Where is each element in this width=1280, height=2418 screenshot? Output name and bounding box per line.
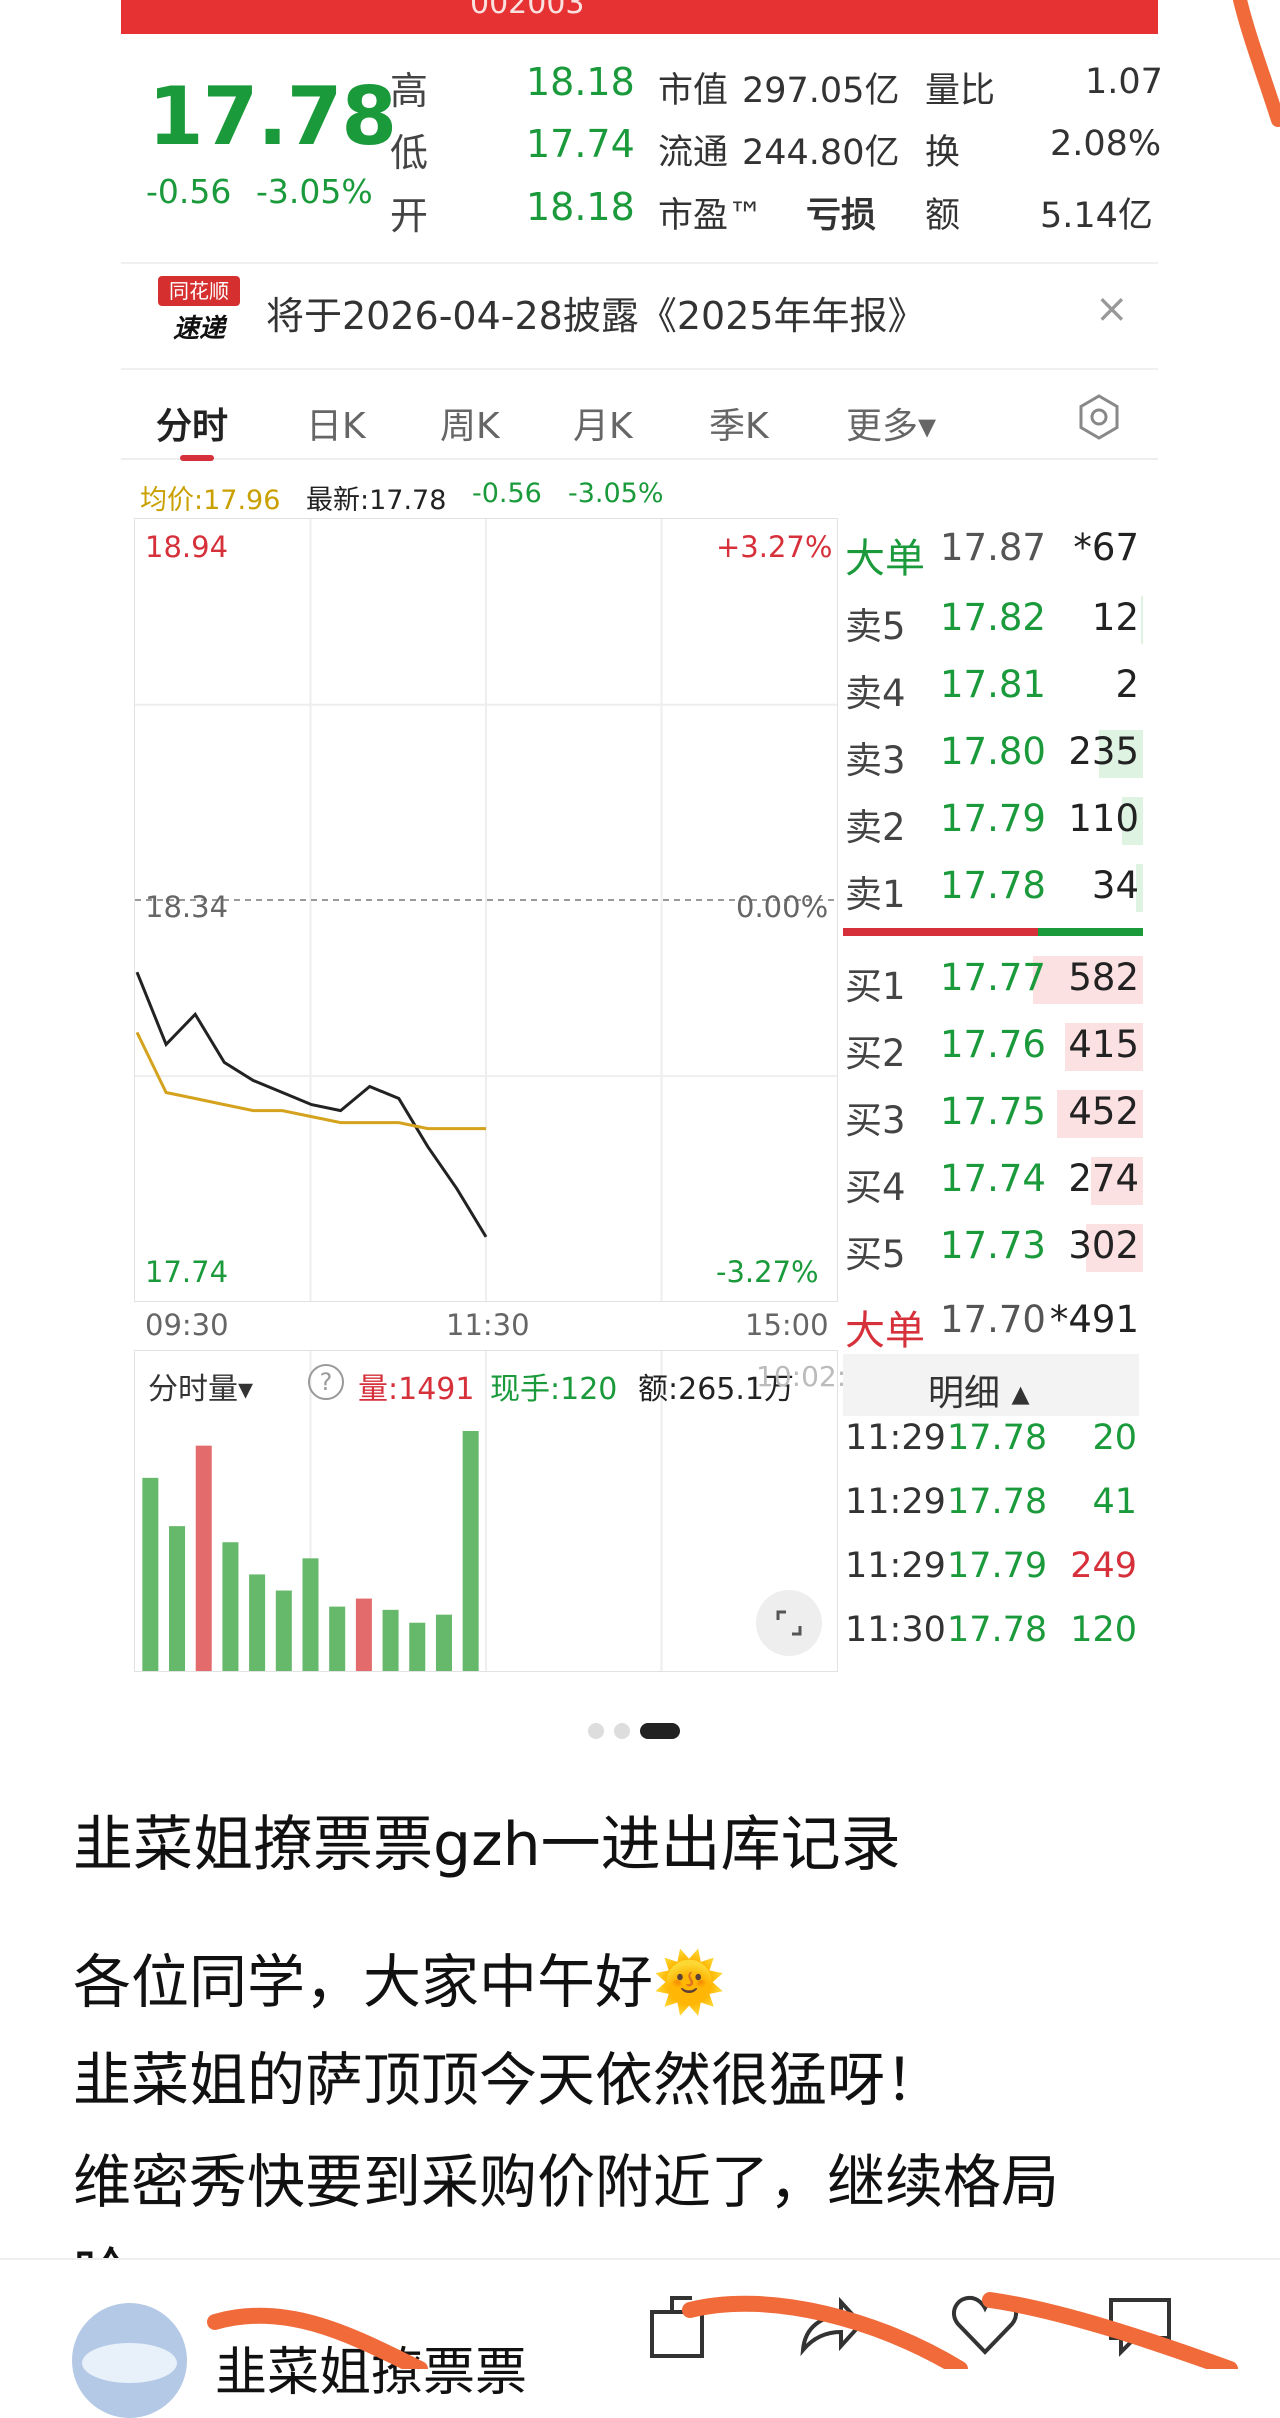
- marker-scribble-overlay: [207, 0, 1280, 2369]
- marker-stroke: [1233, 0, 1280, 127]
- marker-stroke: [682, 2295, 968, 2369]
- marker-stroke: [207, 2307, 428, 2369]
- marker-stroke: [982, 2292, 1238, 2369]
